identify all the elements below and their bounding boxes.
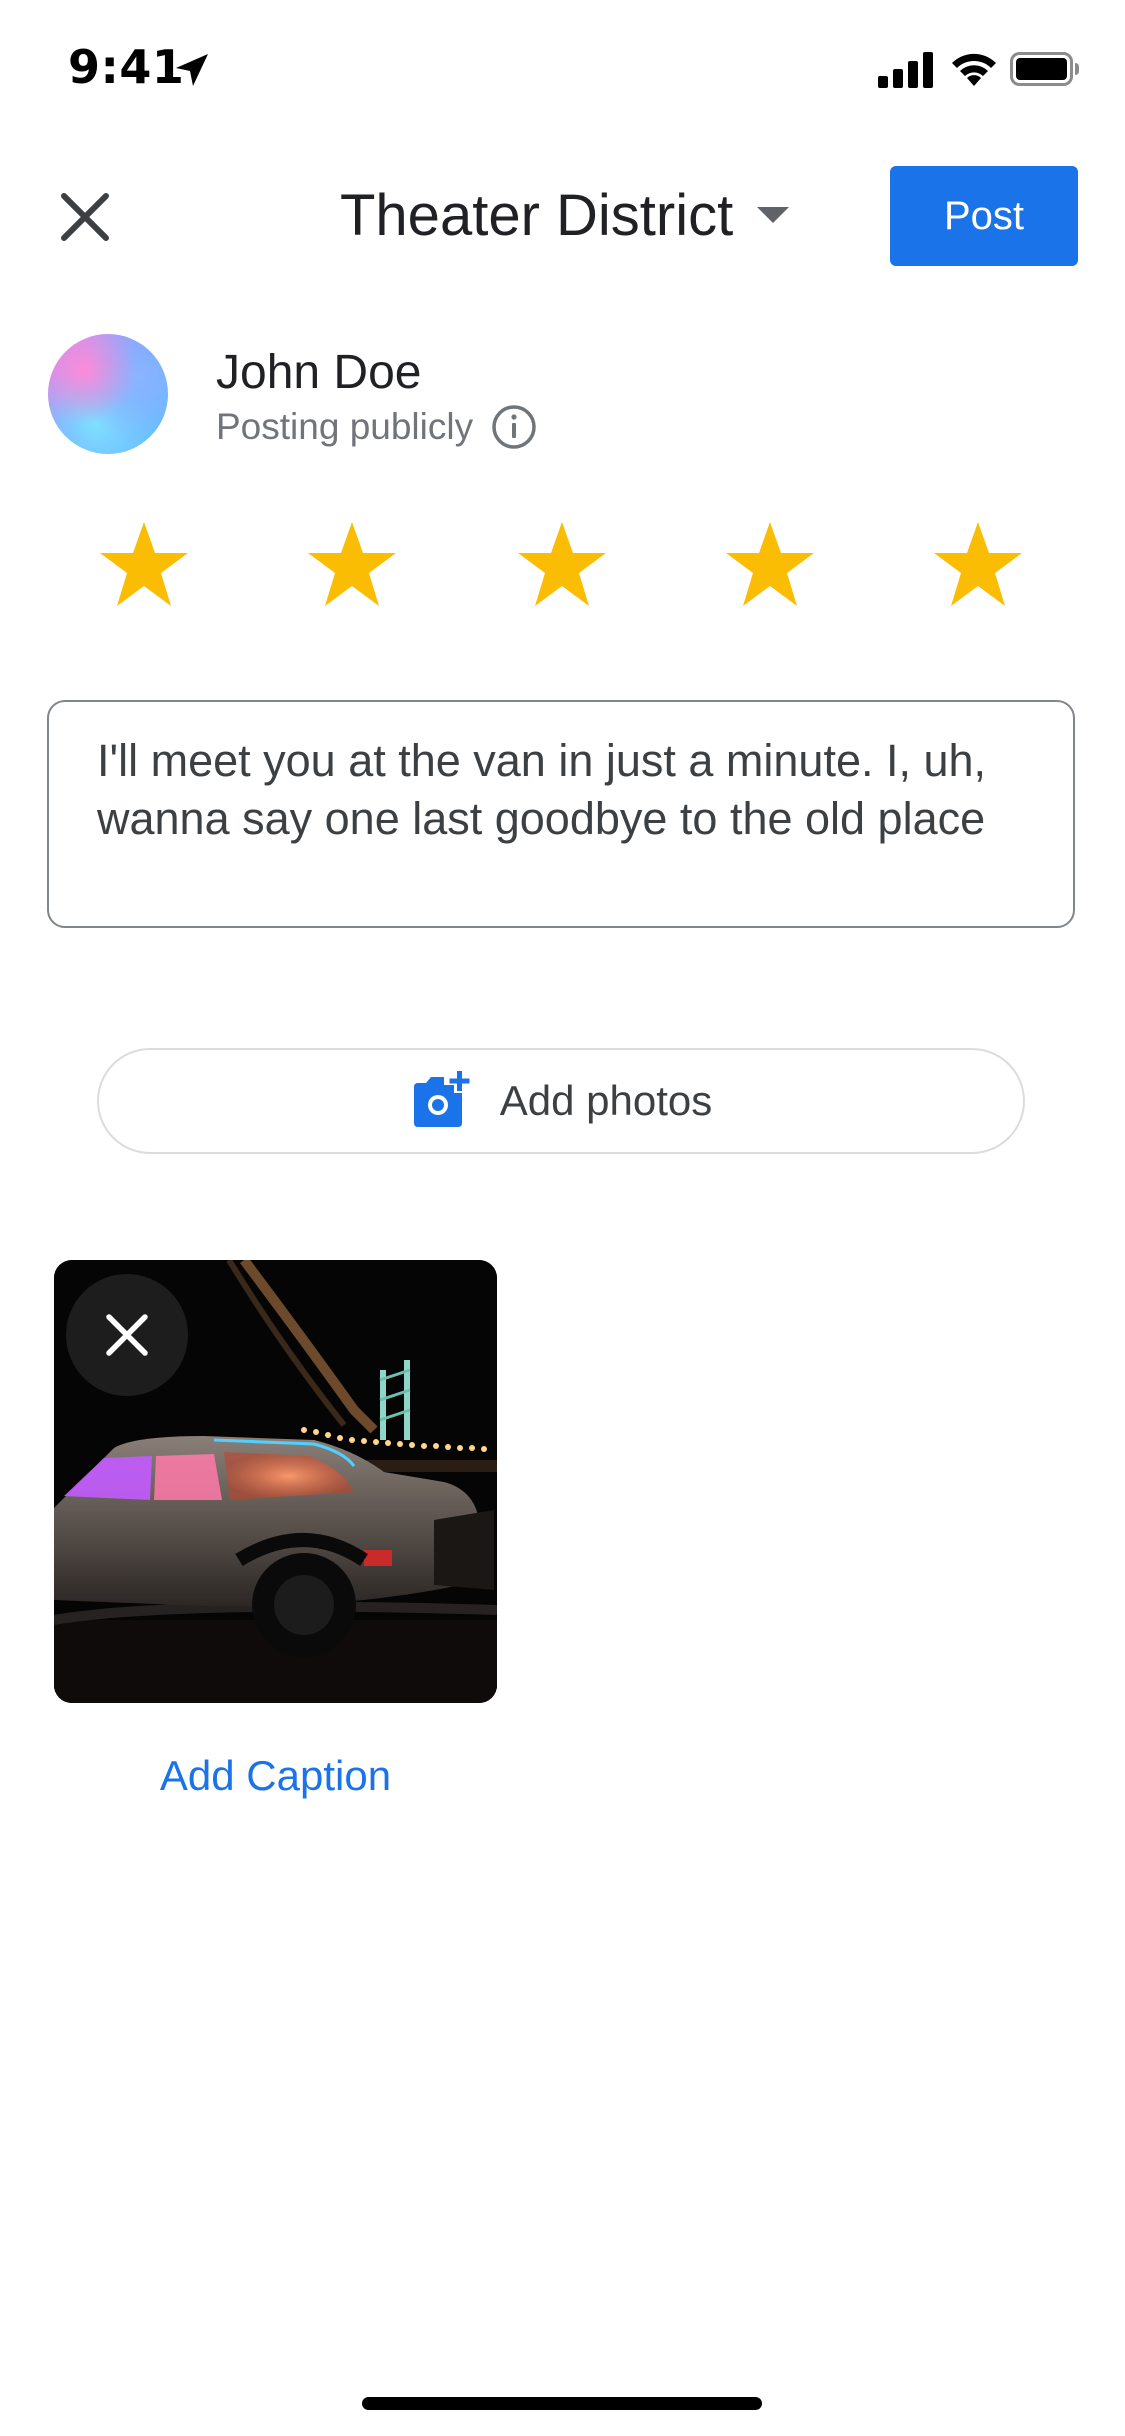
close-icon: [106, 1314, 148, 1356]
avatar: [48, 334, 168, 454]
post-button[interactable]: Post: [890, 166, 1078, 266]
page-title: Theater District: [340, 182, 734, 248]
battery-icon: [1010, 52, 1079, 86]
cellular-signal-icon: [878, 52, 933, 88]
star-rating: [0, 520, 1125, 620]
add-caption-link[interactable]: Add Caption: [54, 1752, 497, 1800]
wifi-icon: [952, 53, 996, 86]
home-indicator[interactable]: [362, 2397, 762, 2410]
star-icon-3[interactable]: [516, 520, 608, 608]
posting-visibility: Posting publicly: [216, 402, 537, 452]
place-selector[interactable]: Theater District: [340, 175, 790, 255]
add-photos-button[interactable]: Add photos: [97, 1048, 1025, 1154]
close-icon: [61, 193, 109, 241]
info-icon[interactable]: [491, 404, 537, 450]
location-arrow-icon: [176, 54, 208, 86]
add-photo-camera-icon: [413, 1071, 470, 1127]
star-icon-4[interactable]: [724, 520, 816, 608]
star-icon-2[interactable]: [306, 520, 398, 608]
caret-down-icon: [757, 207, 790, 223]
star-icon-1[interactable]: [98, 520, 190, 608]
user-name: John Doe: [216, 346, 422, 399]
review-text-field[interactable]: I'll meet you at the van in just a minut…: [47, 700, 1075, 928]
star-icon-5[interactable]: [932, 520, 1024, 608]
add-photos-label: Add photos: [499, 1077, 713, 1124]
posting-visibility-label: Posting publicly: [216, 406, 474, 447]
status-time: 9:41: [68, 40, 185, 94]
close-button[interactable]: [50, 182, 120, 252]
remove-photo-button[interactable]: [66, 1274, 188, 1396]
